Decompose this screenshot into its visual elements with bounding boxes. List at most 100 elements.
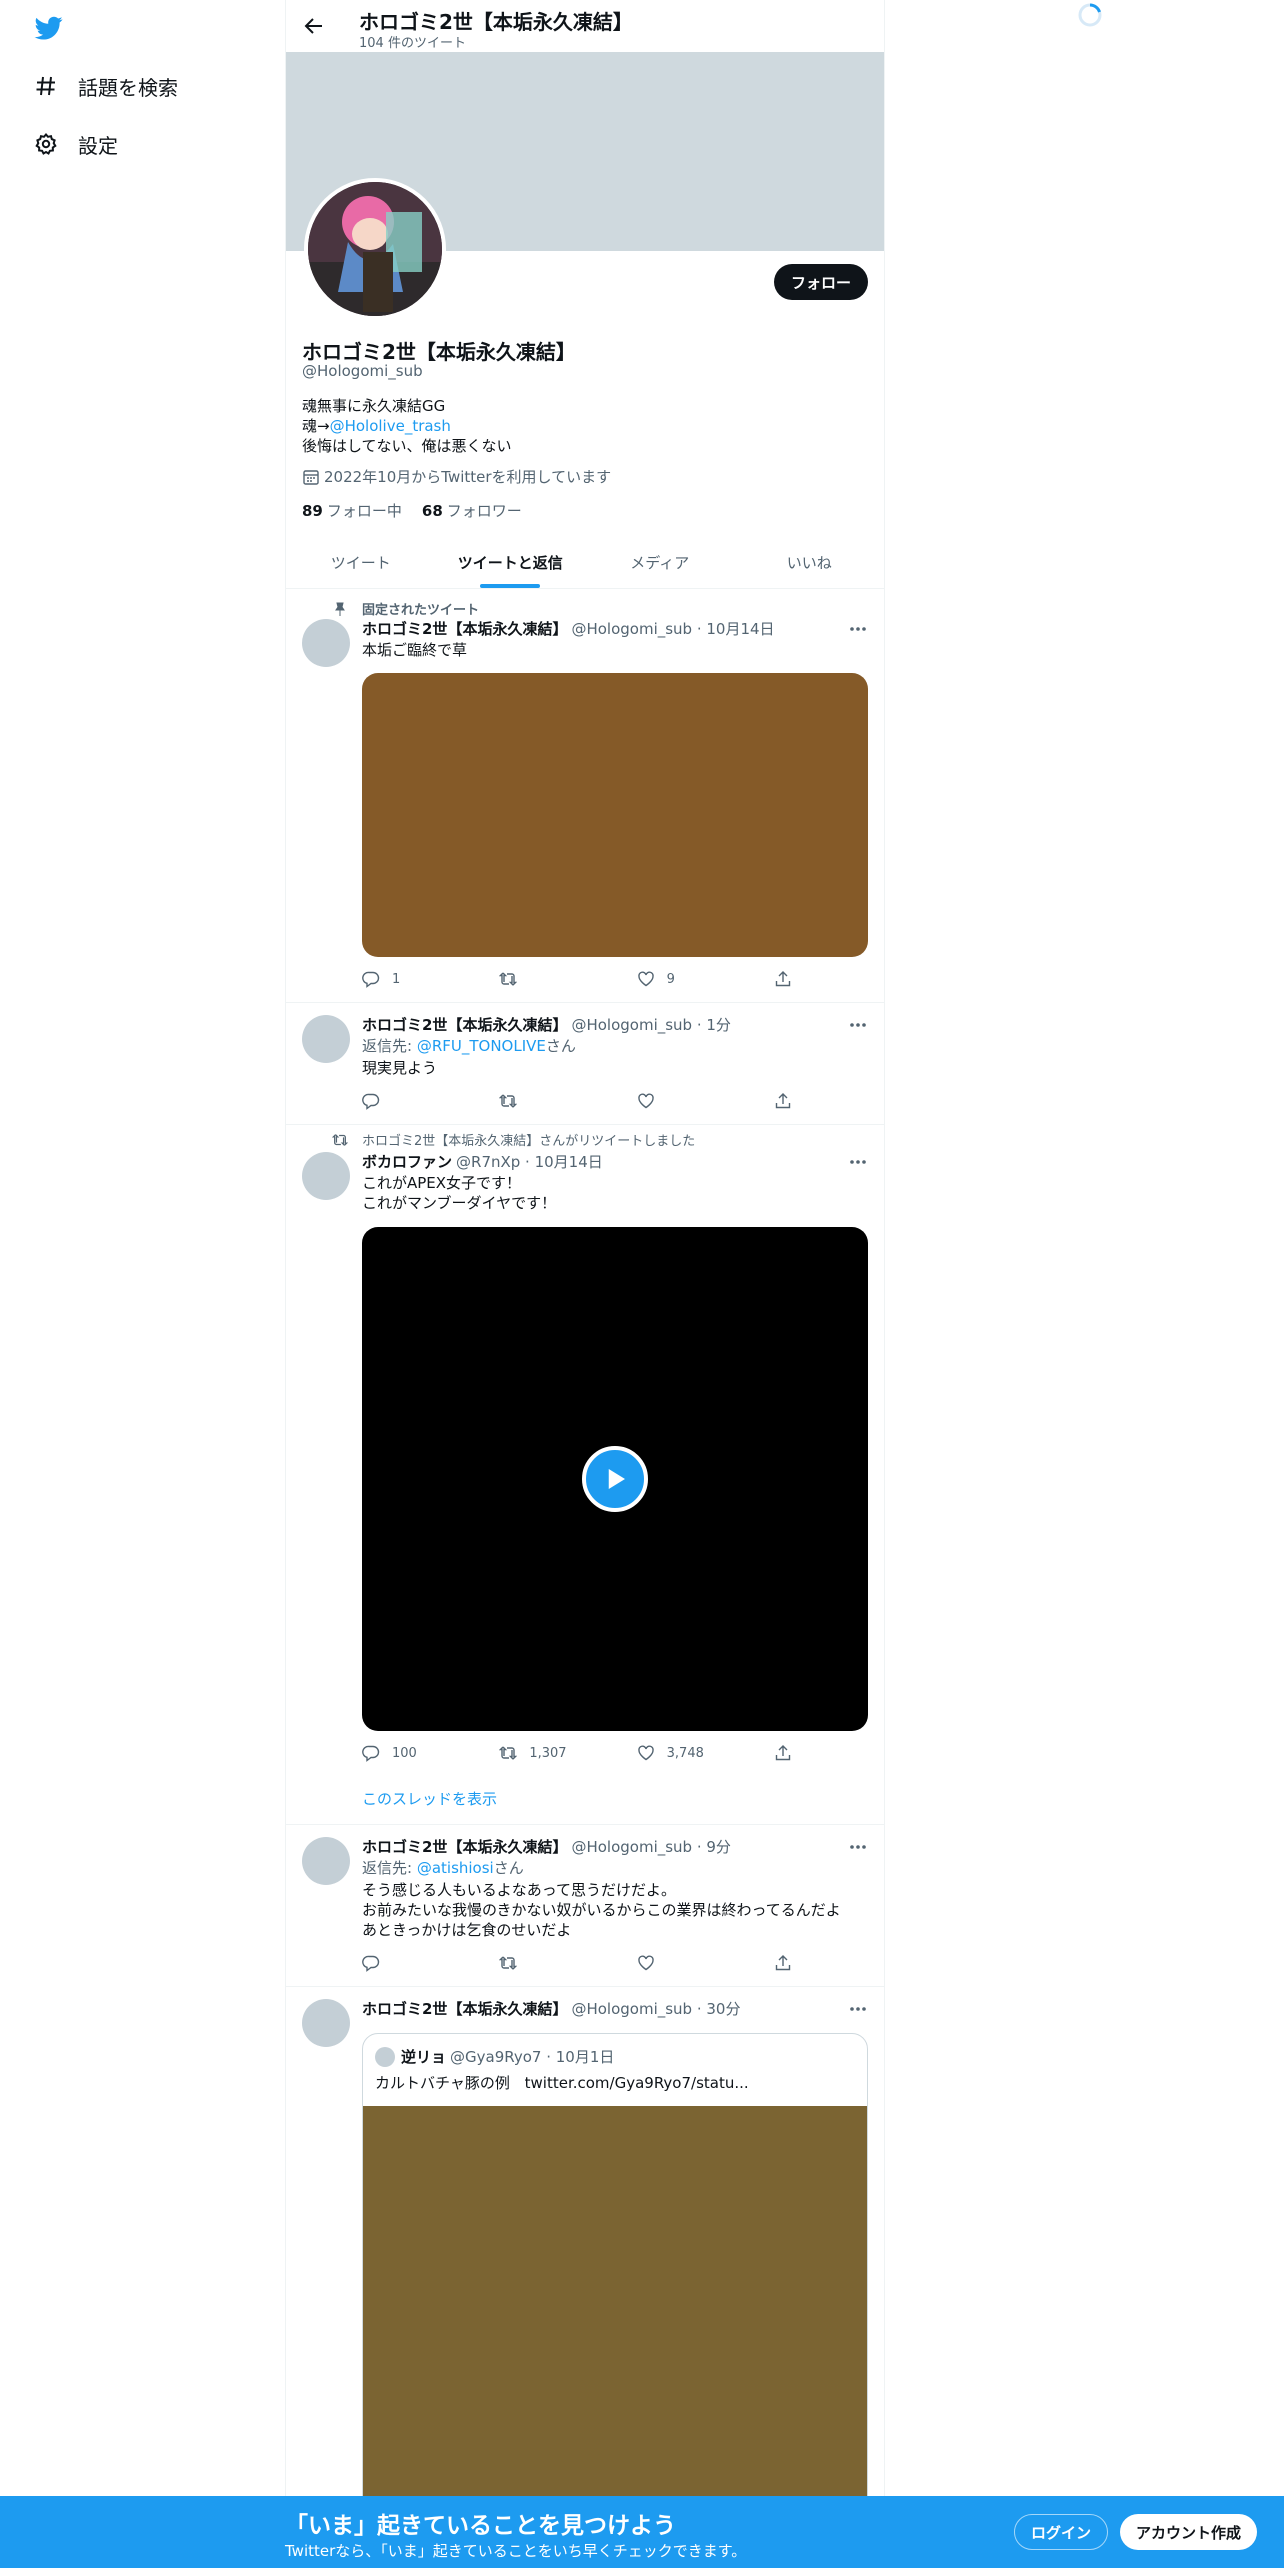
like-count: 9 <box>666 971 675 987</box>
retweet-icon <box>499 1744 518 1762</box>
share-button[interactable] <box>774 1092 792 1110</box>
profile-handle: @Hologomi_sub <box>302 362 423 380</box>
retweet-button[interactable] <box>499 970 599 988</box>
tweet[interactable]: 固定されたツイート ホロゴミ2世【本垢永久凍結】 @Hologomi_sub ·… <box>286 589 884 1003</box>
quoted-tweet-avatar <box>375 2046 395 2067</box>
heart-icon <box>637 1092 655 1110</box>
like-button[interactable] <box>637 1954 737 1972</box>
followers-link[interactable]: 68 フォロワー <box>422 500 522 521</box>
like-button[interactable]: 9 <box>637 970 737 988</box>
reply-to-prefix: 返信先: <box>362 1037 417 1055</box>
profile-avatar[interactable] <box>304 178 446 320</box>
profile-tabs: ツイート ツイートと返信 メディア いいね <box>286 536 884 589</box>
sidebar-item-explore[interactable]: 話題を検索 <box>34 68 178 104</box>
retweet-button[interactable] <box>499 1954 599 1972</box>
quoted-tweet-header: 逆リョ @Gya9Ryo7 · 10月1日 <box>375 2046 614 2067</box>
tweet-avatar[interactable] <box>302 619 350 667</box>
reply-button[interactable] <box>362 1954 462 1972</box>
tweet-media-image[interactable] <box>362 673 868 957</box>
share-button[interactable] <box>774 1744 792 1762</box>
reply-to-suffix: さん <box>493 1859 524 1877</box>
tweet-author-name[interactable]: ホロゴミ2世【本垢永久凍結】 <box>362 1836 567 1857</box>
quoted-tweet[interactable]: 逆リョ @Gya9Ryo7 · 10月1日 カルトバチャ豚の例 twitter.… <box>362 2033 868 2568</box>
sidebar-item-label: 話題を検索 <box>78 75 178 100</box>
tweet-context-text[interactable]: ホロゴミ2世【本垢永久凍結】さんがリツイートしました <box>362 1130 695 1149</box>
reply-icon <box>362 970 380 988</box>
signup-button[interactable]: アカウント作成 <box>1120 2514 1258 2550</box>
back-arrow-icon[interactable] <box>302 14 326 38</box>
share-icon <box>774 970 792 988</box>
tweet-actions <box>362 1092 792 1110</box>
more-icon[interactable] <box>848 619 868 639</box>
tweet-header: ホロゴミ2世【本垢永久凍結】 @Hologomi_sub · 1分 <box>362 1014 731 1035</box>
reply-button[interactable] <box>362 1092 462 1110</box>
tweet-media-video[interactable] <box>362 1227 868 1731</box>
more-icon[interactable] <box>848 1152 868 1172</box>
tweet-text-line: これがAPEX女子です！ <box>362 1174 522 1192</box>
tab-likes[interactable]: いいね <box>735 536 885 588</box>
tweet-meta[interactable]: @Hologomi_sub · 30分 <box>571 1998 740 2019</box>
tweet-avatar[interactable] <box>302 1015 350 1063</box>
retweet-icon <box>499 1954 518 1972</box>
tweet-meta[interactable]: @R7nXp · 10月14日 <box>456 1151 603 1172</box>
tweet-context-text: 固定されたツイート <box>362 603 480 618</box>
retweet-button[interactable] <box>499 1092 599 1110</box>
tweet-meta[interactable]: @Hologomi_sub · 1分 <box>571 1014 730 1035</box>
tweet-author-name[interactable]: ボカロファン <box>362 1151 452 1172</box>
like-button[interactable]: 3,748 <box>637 1744 737 1762</box>
tab-media[interactable]: メディア <box>585 536 735 588</box>
like-button[interactable] <box>637 1092 737 1110</box>
show-thread-link[interactable]: このスレッドを表示 <box>362 1789 497 1809</box>
tab-tweets-and-replies[interactable]: ツイートと返信 <box>436 536 586 588</box>
quoted-tweet-author: 逆リョ <box>401 2048 447 2066</box>
share-button[interactable] <box>774 970 792 988</box>
share-button[interactable] <box>774 1954 792 1972</box>
header-tweet-count: 104 件のツイート <box>359 36 466 51</box>
reply-button[interactable]: 100 <box>362 1744 462 1762</box>
sidebar-item-settings[interactable]: 設定 <box>34 126 118 162</box>
reply-to-mention[interactable]: @atishiosi <box>417 1859 494 1877</box>
tweet-avatar[interactable] <box>302 1999 350 2047</box>
tweet[interactable]: ホロゴミ2世【本垢永久凍結】 @Hologomi_sub · 1分 返信先: @… <box>286 1003 884 1125</box>
twitter-logo-icon[interactable] <box>34 14 64 42</box>
tweet[interactable]: ホロゴミ2世【本垢永久凍結】 @Hologomi_sub · 30分 逆リョ @… <box>286 1987 884 2568</box>
gear-icon <box>34 132 58 156</box>
hashtag-icon <box>34 74 58 98</box>
reply-to-mention[interactable]: @RFU_TONOLIVE <box>417 1037 546 1055</box>
play-button-icon[interactable] <box>582 1446 648 1512</box>
tweet-author-name[interactable]: ホロゴミ2世【本垢永久凍結】 <box>362 618 567 639</box>
retweet-button[interactable]: 1,307 <box>499 1744 599 1762</box>
loading-spinner-icon <box>1077 2 1103 28</box>
tweet-actions: 100 1,307 3,748 <box>362 1744 792 1762</box>
tweet-actions: 1 9 <box>362 970 792 988</box>
profile-joined-date: 2022年10月からTwitterを利用しています <box>302 466 611 487</box>
follow-button[interactable]: フォロー <box>773 264 868 300</box>
tweet[interactable]: ホロゴミ2世【本垢永久凍結】 @Hologomi_sub · 9分 返信先: @… <box>286 1825 884 1987</box>
followers-label: フォロワー <box>446 502 522 520</box>
more-icon[interactable] <box>848 1837 868 1857</box>
login-button[interactable]: ログイン <box>1014 2514 1109 2550</box>
following-link[interactable]: 89 フォロー中 <box>302 500 402 521</box>
tweet-meta[interactable]: @Hologomi_sub · 10月14日 <box>571 618 774 639</box>
reply-icon <box>362 1092 380 1110</box>
tweet-author-name[interactable]: ホロゴミ2世【本垢永久凍結】 <box>362 1014 567 1035</box>
retweet-count: 1,307 <box>529 1745 567 1761</box>
tweet-text: 現実見よう <box>362 1059 438 1077</box>
tweet-avatar[interactable] <box>302 1152 350 1200</box>
share-icon <box>774 1092 792 1110</box>
quoted-tweet-url: twitter.com/Gya9Ryo7/statu... <box>524 2074 749 2092</box>
tweet-avatar[interactable] <box>302 1837 350 1885</box>
reply-button[interactable]: 1 <box>362 970 462 988</box>
retweet-icon <box>331 1132 349 1148</box>
tab-tweets[interactable]: ツイート <box>286 536 436 588</box>
more-icon[interactable] <box>848 1999 868 2019</box>
tweet-author-name[interactable]: ホロゴミ2世【本垢永久凍結】 <box>362 1998 567 2019</box>
tweet-meta[interactable]: @Hologomi_sub · 9分 <box>571 1836 730 1857</box>
quoted-tweet-meta: @Gya9Ryo7 · 10月1日 <box>450 2048 615 2066</box>
tweet[interactable]: ホロゴミ2世【本垢永久凍結】さんがリツイートしました ボカロファン @R7nXp… <box>286 1125 884 1825</box>
tweet-header: ホロゴミ2世【本垢永久凍結】 @Hologomi_sub · 30分 <box>362 1998 740 2019</box>
bio-mention-link[interactable]: @Hololive_trash <box>330 417 451 435</box>
more-icon[interactable] <box>848 1015 868 1035</box>
tweet-text-line: お前みたいな我慢のきかない奴がいるからこの業界は終わってるんだよ <box>362 1901 841 1919</box>
heart-icon <box>637 1954 655 1972</box>
